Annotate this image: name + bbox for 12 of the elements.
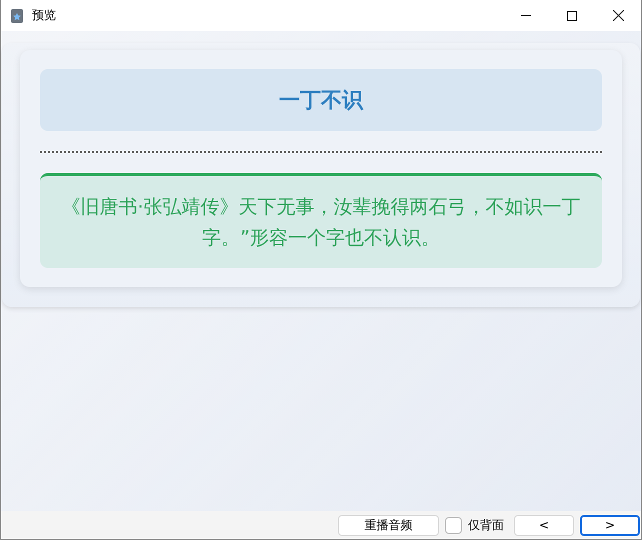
explanation-text: 《旧唐书·张弘靖传》天下无事，汝辈挽得两石弓，不如识一丁字。”形容一个字也不认识。 [60, 195, 582, 251]
window-title: 预览 [32, 7, 57, 24]
checkbox-label: 仅背面 [468, 516, 504, 534]
term-text: 一丁不识 [279, 87, 363, 114]
replay-audio-button[interactable]: 重播音频 [338, 514, 439, 536]
checkbox[interactable] [445, 516, 462, 534]
maximize-icon [567, 10, 577, 20]
previous-button[interactable]: < [514, 514, 574, 536]
app-icon [9, 8, 25, 24]
next-button[interactable]: > [580, 514, 640, 536]
close-icon [612, 10, 624, 21]
minimize-icon [521, 15, 531, 16]
